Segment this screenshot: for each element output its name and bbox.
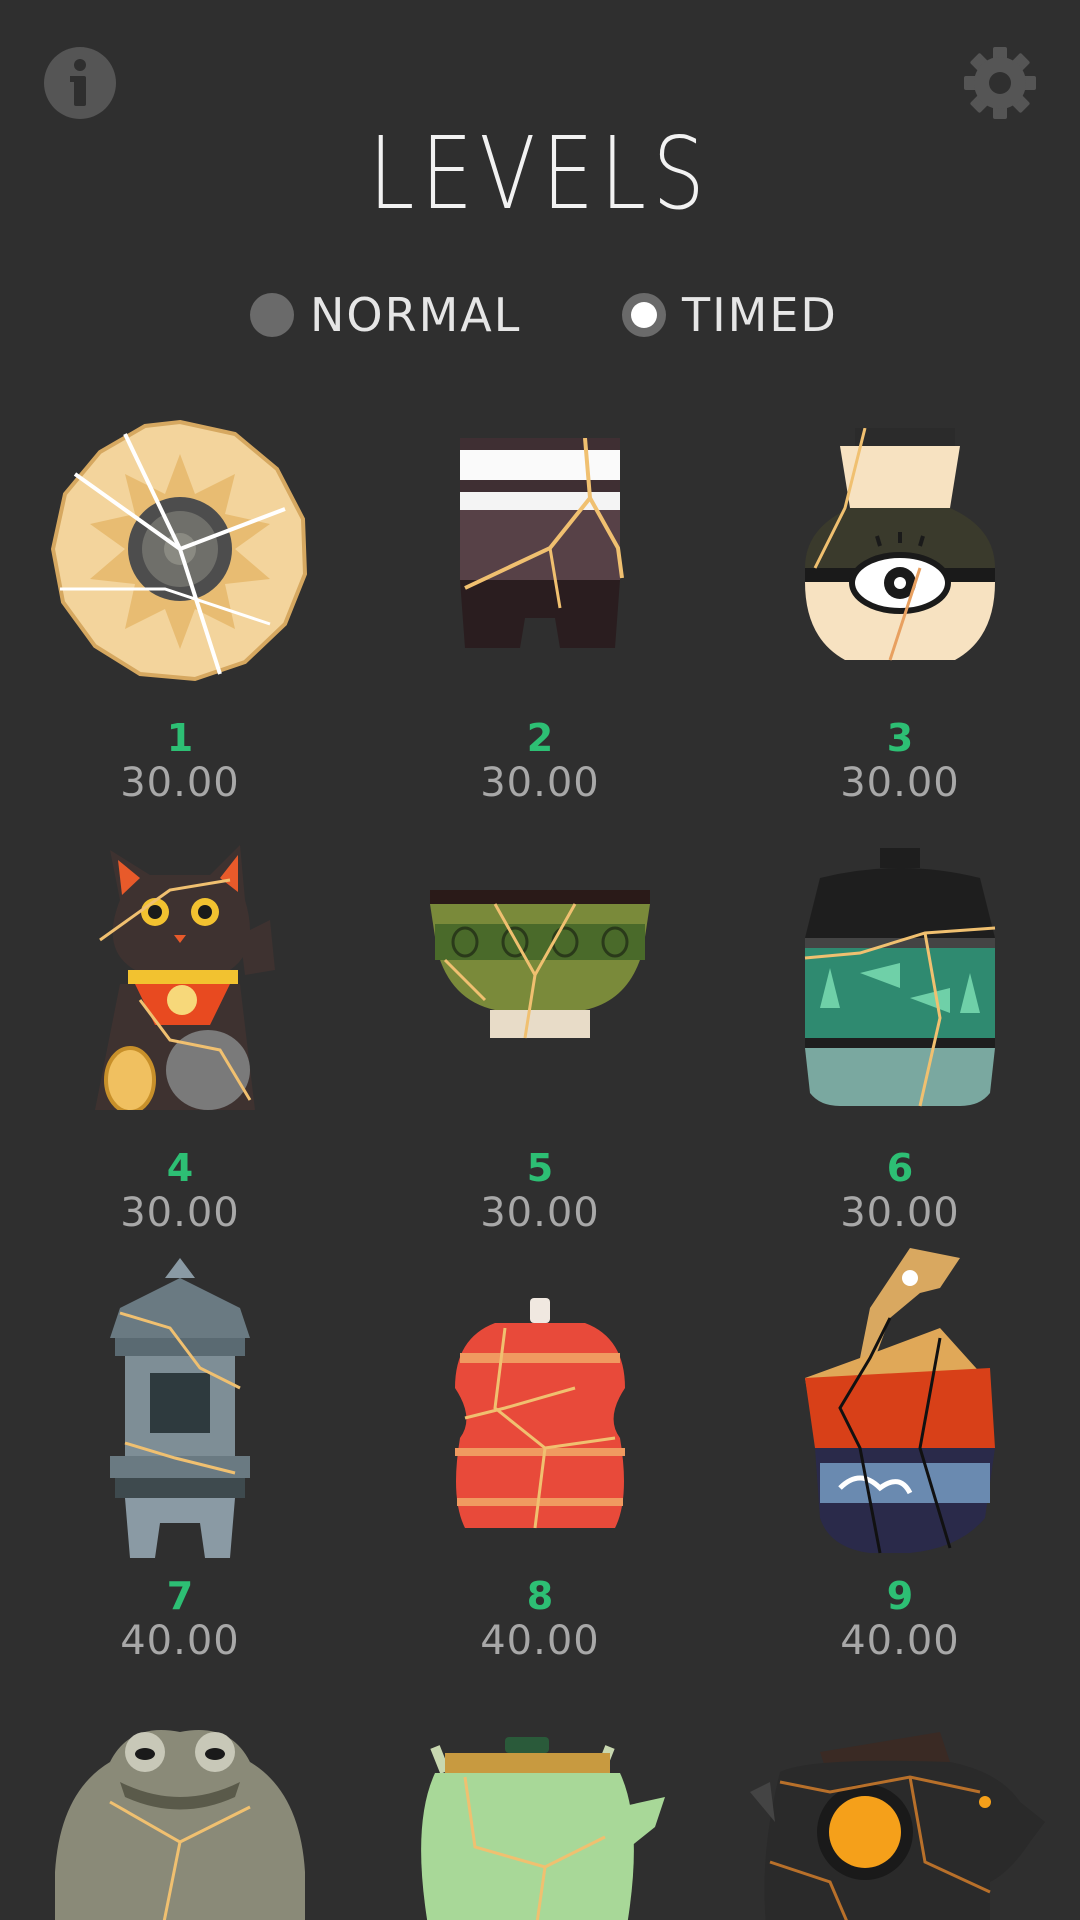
level-9-number: 9 <box>886 1574 914 1618</box>
level-4-number: 4 <box>166 1146 194 1190</box>
level-grid: 1 30.00 2 30.00 3 30.00 4 30.00 5 30.00 … <box>0 400 1080 1920</box>
page-title: LEVELS <box>368 115 712 232</box>
level-9-card[interactable]: 9 40.00 <box>720 1248 1080 1664</box>
level-1-time: 30.00 <box>120 760 240 806</box>
frog-art <box>55 1730 305 1920</box>
info-icon <box>44 47 116 119</box>
lucky-cat-art <box>95 845 275 1110</box>
level-7-number: 7 <box>166 1574 194 1618</box>
level-4-card[interactable]: 4 30.00 <box>0 830 360 1236</box>
level-8-number: 8 <box>526 1574 554 1618</box>
level-11-card[interactable] <box>360 1722 720 1920</box>
settings-button[interactable] <box>962 45 1038 121</box>
level-2-number: 2 <box>526 716 554 760</box>
level-2-time: 30.00 <box>480 760 600 806</box>
level-3-number: 3 <box>886 716 914 760</box>
level-8-time: 40.00 <box>480 1618 600 1664</box>
radio-timed[interactable] <box>622 293 666 337</box>
boar-art <box>750 1732 1045 1920</box>
level-1-number: 1 <box>166 716 194 760</box>
level-9-time: 40.00 <box>840 1618 960 1664</box>
mode-normal-option[interactable]: NORMAL <box>250 288 521 342</box>
level-12-card[interactable] <box>720 1722 1080 1920</box>
green-bowl-art <box>430 890 650 1039</box>
level-1-card[interactable]: 1 30.00 <box>0 400 360 806</box>
level-7-time: 40.00 <box>120 1618 240 1664</box>
radio-normal[interactable] <box>250 293 294 337</box>
level-8-card[interactable]: 8 40.00 <box>360 1258 720 1664</box>
level-5-time: 30.00 <box>480 1190 600 1236</box>
golden-plate-art <box>50 419 308 682</box>
level-3-time: 30.00 <box>840 760 960 806</box>
mode-selector: NORMAL TIMED <box>0 288 1080 348</box>
striped-cup-art <box>460 438 624 648</box>
mode-timed-option[interactable]: TIMED <box>622 288 838 342</box>
level-6-time: 30.00 <box>840 1190 960 1236</box>
level-7-card[interactable]: 7 40.00 <box>0 1258 360 1664</box>
mode-timed-label: TIMED <box>682 288 838 342</box>
fish-jar-art <box>804 848 996 1107</box>
level-6-number: 6 <box>886 1146 914 1190</box>
level-2-card[interactable]: 2 30.00 <box>360 400 720 806</box>
gear-icon <box>964 47 1036 119</box>
stone-lantern-art <box>110 1258 250 1558</box>
teapot-art <box>421 1737 665 1920</box>
info-button[interactable] <box>42 45 118 121</box>
eye-vase-art <box>805 428 995 661</box>
red-jar-art <box>455 1298 625 1529</box>
mode-normal-label: NORMAL <box>310 288 522 342</box>
bird-vessel-art <box>805 1248 995 1554</box>
level-5-number: 5 <box>526 1146 554 1190</box>
level-5-card[interactable]: 5 30.00 <box>360 830 720 1236</box>
level-3-card[interactable]: 3 30.00 <box>720 400 1080 806</box>
level-10-card[interactable] <box>0 1722 360 1920</box>
level-4-time: 30.00 <box>120 1190 240 1236</box>
level-6-card[interactable]: 6 30.00 <box>720 830 1080 1236</box>
